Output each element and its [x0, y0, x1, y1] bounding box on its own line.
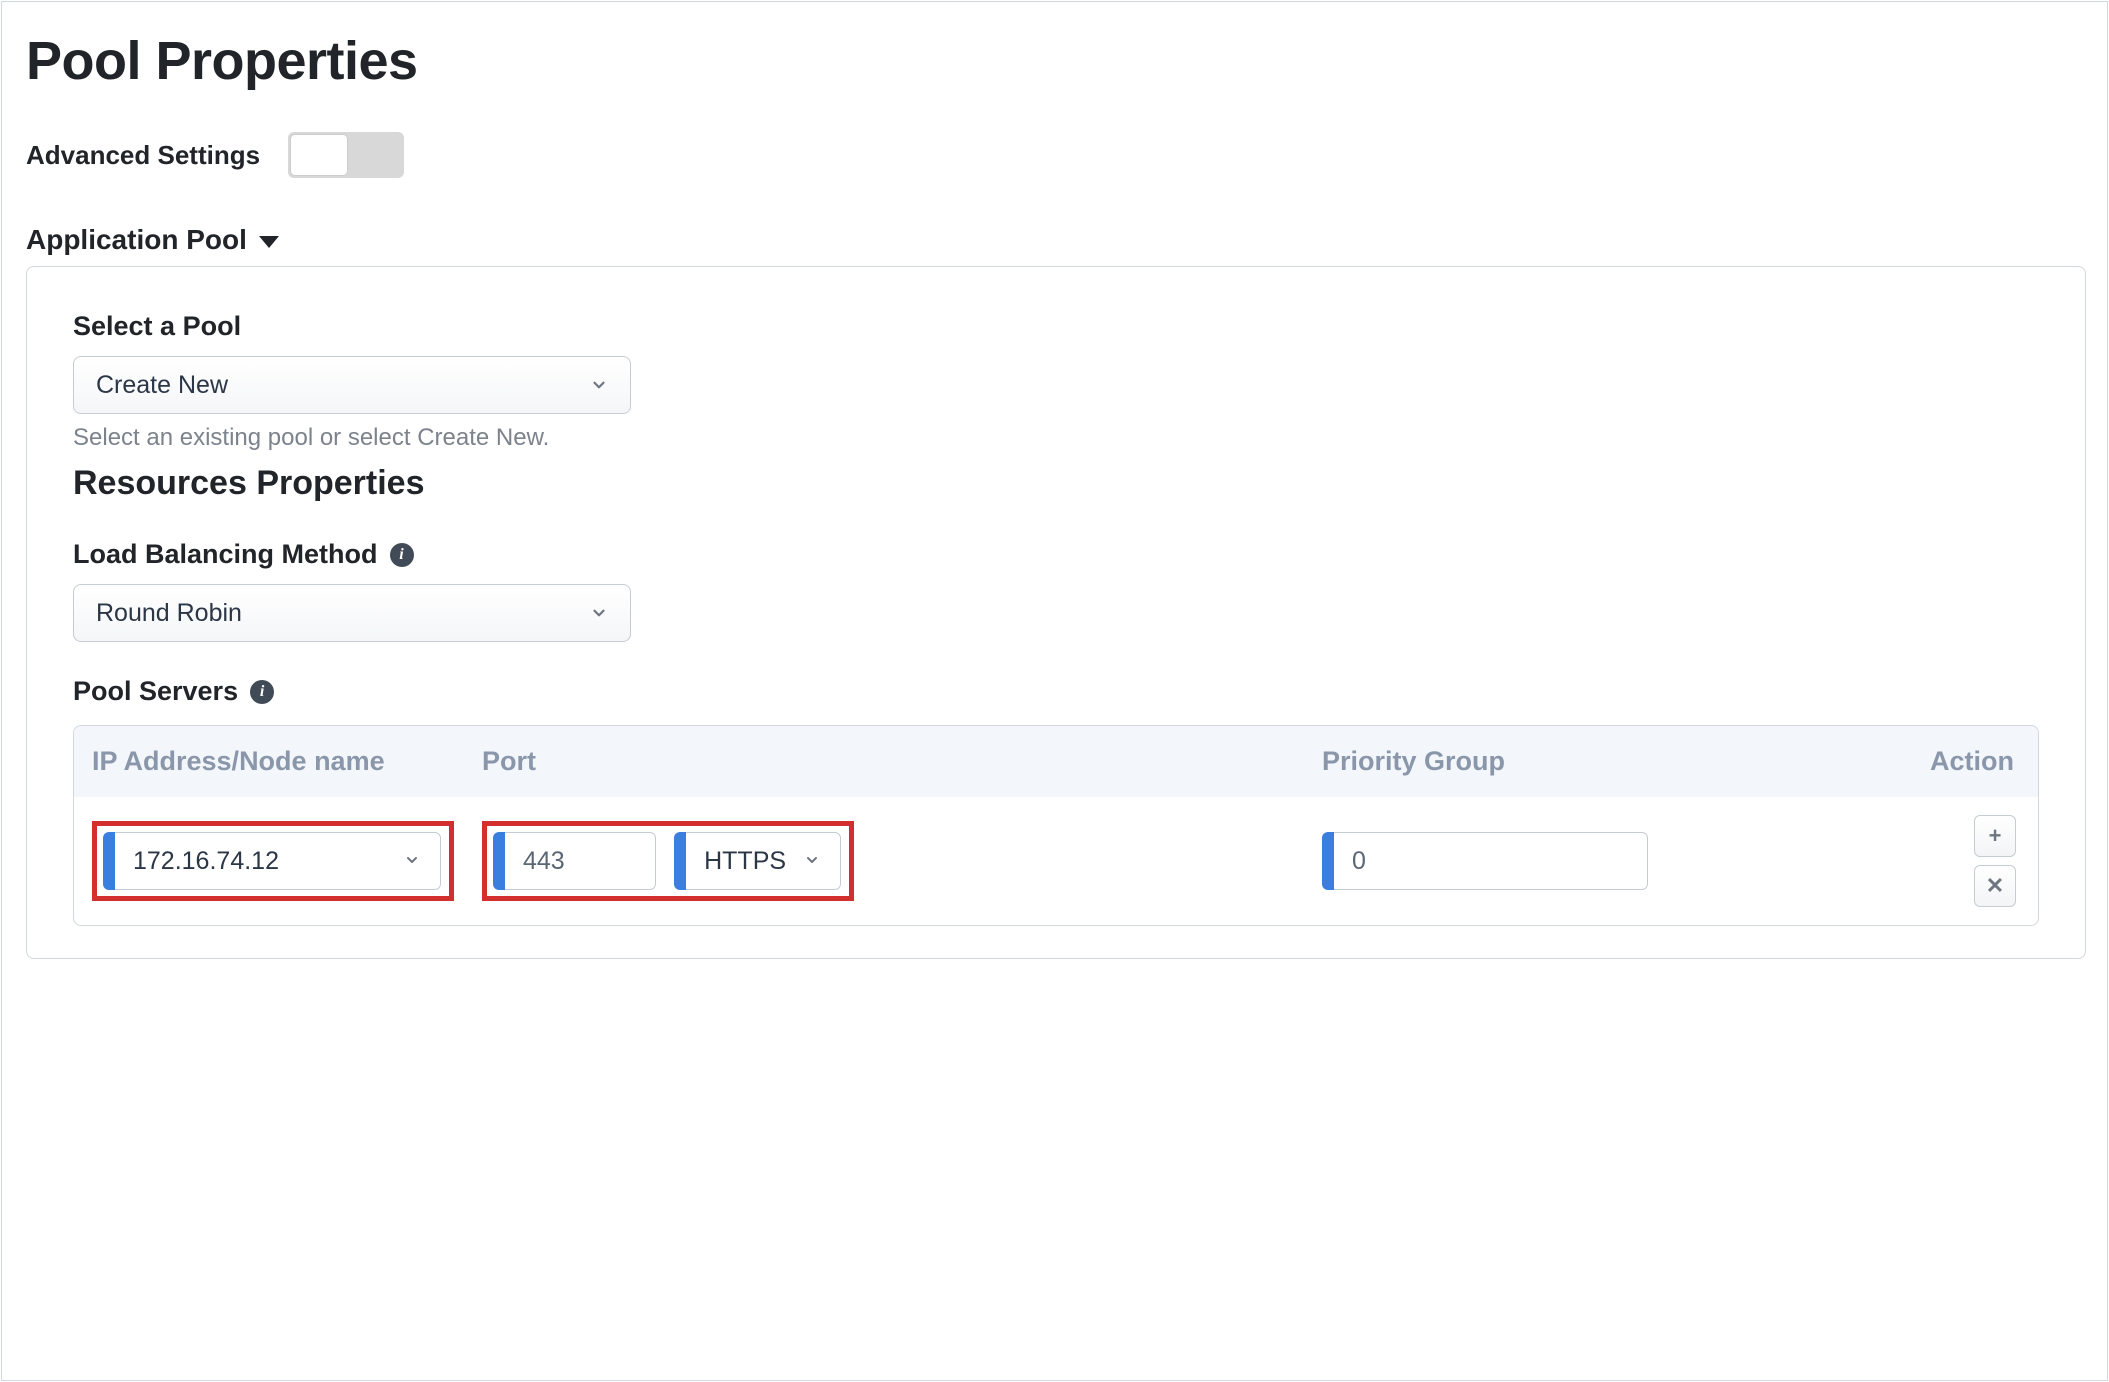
plus-icon: + [1989, 823, 2002, 849]
load-balancing-value: Round Robin [96, 599, 242, 628]
chevron-down-icon [404, 852, 422, 870]
caret-down-icon [259, 236, 279, 248]
select-pool-dropdown[interactable]: Create New [73, 356, 631, 414]
blue-indicator [674, 832, 686, 890]
highlighted-ip-group: 172.16.74.12 [92, 821, 454, 901]
port-value: 443 [523, 847, 565, 876]
advanced-settings-label: Advanced Settings [26, 140, 260, 171]
ip-input-wrapper: 172.16.74.12 [103, 832, 441, 890]
cell-action: + ✕ [1900, 815, 2020, 907]
priority-input-wrapper: 0 [1322, 832, 1648, 890]
application-pool-header-label: Application Pool [26, 224, 247, 256]
advanced-settings-row: Advanced Settings [26, 132, 2083, 178]
application-pool-panel: Select a Pool Create New Select an exist… [26, 266, 2086, 959]
th-action: Action [1900, 746, 2020, 777]
blue-indicator [1322, 832, 1334, 890]
highlighted-port-proto-group: 443 HTTPS [482, 821, 854, 901]
th-priority: Priority Group [1322, 746, 1900, 777]
remove-row-button[interactable]: ✕ [1974, 865, 2016, 907]
cell-priority: 0 [1322, 832, 1900, 890]
protocol-value: HTTPS [704, 847, 786, 876]
cell-ip: 172.16.74.12 [92, 821, 482, 901]
th-ip: IP Address/Node name [92, 746, 482, 777]
page-title: Pool Properties [26, 30, 2083, 92]
chevron-down-icon [804, 852, 822, 870]
close-icon: ✕ [1986, 873, 2004, 899]
info-icon[interactable]: i [390, 543, 414, 567]
advanced-settings-toggle[interactable] [288, 132, 404, 178]
resources-properties-title: Resources Properties [73, 464, 2039, 503]
load-balancing-label: Load Balancing Method i [73, 539, 2039, 570]
select-pool-value: Create New [96, 371, 228, 400]
protocol-dropdown-wrapper: HTTPS [674, 832, 841, 890]
application-pool-header[interactable]: Application Pool [26, 224, 279, 256]
info-icon[interactable]: i [250, 680, 274, 704]
ip-node-input[interactable]: 172.16.74.12 [115, 832, 441, 890]
load-balancing-label-text: Load Balancing Method [73, 539, 378, 570]
pool-servers-label-text: Pool Servers [73, 676, 238, 707]
port-input-wrapper: 443 [493, 832, 656, 890]
port-input[interactable]: 443 [505, 832, 656, 890]
toggle-knob [291, 135, 347, 175]
load-balancing-dropdown[interactable]: Round Robin [73, 584, 631, 642]
select-pool-help: Select an existing pool or select Create… [73, 424, 2039, 452]
table-header: IP Address/Node name Port Priority Group… [74, 726, 2038, 797]
cell-port-proto: 443 HTTPS [482, 821, 1322, 901]
pool-servers-table: IP Address/Node name Port Priority Group… [73, 725, 2039, 926]
th-port: Port [482, 746, 882, 777]
protocol-dropdown[interactable]: HTTPS [686, 832, 841, 890]
blue-indicator [103, 832, 115, 890]
pool-properties-panel: Pool Properties Advanced Settings Applic… [1, 1, 2108, 1381]
select-pool-label: Select a Pool [73, 311, 2039, 342]
priority-value: 0 [1352, 847, 1366, 876]
pool-servers-label: Pool Servers i [73, 676, 2039, 707]
add-row-button[interactable]: + [1974, 815, 2016, 857]
blue-indicator [493, 832, 505, 890]
ip-value: 172.16.74.12 [133, 847, 279, 876]
priority-input[interactable]: 0 [1334, 832, 1648, 890]
chevron-down-icon [590, 376, 608, 394]
chevron-down-icon [590, 604, 608, 622]
table-row: 172.16.74.12 443 [74, 797, 2038, 925]
